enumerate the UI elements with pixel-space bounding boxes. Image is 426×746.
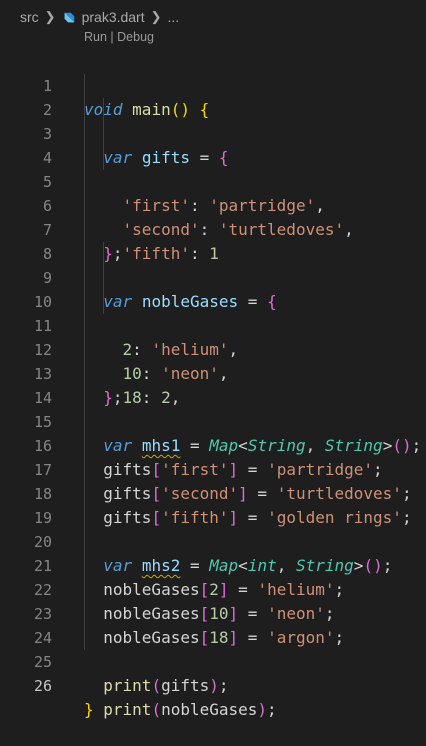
indent-guide	[84, 386, 85, 410]
code-line: 18	[0, 458, 426, 503]
indent-guide	[84, 458, 85, 482]
indent-guide	[84, 98, 85, 122]
indent-guide	[84, 122, 85, 146]
indent-guide	[103, 98, 104, 122]
breadcrumb-more[interactable]: ...	[168, 9, 180, 25]
code-editor[interactable]: 1 void main() { 2 var gifts = { 3 'first…	[0, 50, 426, 719]
code-text: print(nobleGases);	[103, 700, 277, 719]
code-line: 15 gifts['first'] = 'partridge';	[0, 386, 426, 479]
code-line: 25 print(nobleGases);	[0, 626, 426, 719]
code-line: 7	[0, 194, 426, 239]
chevron-right-icon: ❯	[150, 9, 162, 24]
code-line: 6 };	[0, 170, 426, 263]
indent-guide	[103, 242, 104, 266]
code-line: 13	[0, 338, 426, 383]
code-text: }	[84, 700, 94, 719]
indent-guide	[84, 242, 85, 266]
indent-guide	[84, 602, 85, 626]
indent-guide	[103, 122, 104, 146]
code-line: 10 10: 'neon',	[0, 266, 426, 383]
indent-guide	[84, 218, 85, 242]
codelens-separator: |	[110, 30, 114, 44]
chevron-right-icon: ❯	[44, 9, 56, 24]
breadcrumb: src ❯ prak3.dart ❯ ...	[0, 0, 426, 34]
breadcrumb-file[interactable]: prak3.dart	[62, 9, 145, 25]
breadcrumb-folder-src[interactable]: src	[20, 9, 39, 25]
code-line: 17 gifts['fifth'] = 'golden rings';	[0, 434, 426, 527]
code-line: 11 18: 2,	[0, 290, 426, 407]
indent-guide	[84, 74, 85, 98]
indent-guide	[103, 266, 104, 290]
code-line: 8 var nobleGases = {	[0, 218, 426, 311]
code-line: 4 'second': 'turtledoves',	[0, 122, 426, 239]
indent-guide	[84, 530, 85, 554]
code-line: 9 2: 'helium',	[0, 242, 426, 359]
code-line: 20 nobleGases[2] = 'helium';	[0, 506, 426, 599]
code-line: 23	[0, 578, 426, 623]
indent-guide	[84, 314, 85, 338]
code-text: print(gifts);	[103, 676, 229, 695]
dart-icon	[64, 12, 74, 23]
indent-guide	[84, 146, 85, 170]
indent-guide	[84, 554, 85, 578]
indent-guide	[103, 290, 104, 314]
indent-guide	[84, 578, 85, 602]
indent-guide	[84, 434, 85, 458]
codelens-debug[interactable]: Debug	[117, 30, 154, 44]
indent-guide	[84, 410, 85, 434]
line-number: 26	[33, 677, 52, 695]
code-line: 2 var gifts = {	[0, 74, 426, 167]
indent-guide	[84, 338, 85, 362]
code-line: 5 'fifth': 1	[0, 146, 426, 263]
indent-guide	[84, 362, 85, 386]
indent-guide	[84, 290, 85, 314]
indent-guide	[84, 266, 85, 290]
indent-guide	[103, 146, 104, 170]
codelens: Run | Debug	[84, 30, 154, 50]
indent-guide	[84, 194, 85, 218]
breadcrumb-file-name: prak3.dart	[81, 8, 145, 25]
code-line: 16 gifts['second'] = 'turtledoves';	[0, 410, 426, 503]
indent-guide	[84, 506, 85, 530]
code-line: 26 }	[0, 650, 426, 719]
code-line: 12 };	[0, 314, 426, 407]
code-line: 24 print(gifts);	[0, 602, 426, 695]
code-line: 1 void main() {	[0, 50, 426, 119]
code-line: 3 'first': 'partridge',	[0, 98, 426, 215]
code-line: 14 var mhs1 = Map<String, String>();	[0, 362, 426, 455]
code-line: 22 nobleGases[18] = 'argon';	[0, 554, 426, 647]
code-line: 21 nobleGases[10] = 'neon';	[0, 530, 426, 623]
indent-guide	[84, 170, 85, 194]
codelens-run[interactable]: Run	[84, 30, 107, 44]
code-line: 19 var mhs2 = Map<int, String>();	[0, 482, 426, 575]
indent-guide	[84, 626, 85, 650]
indent-guide	[84, 482, 85, 506]
